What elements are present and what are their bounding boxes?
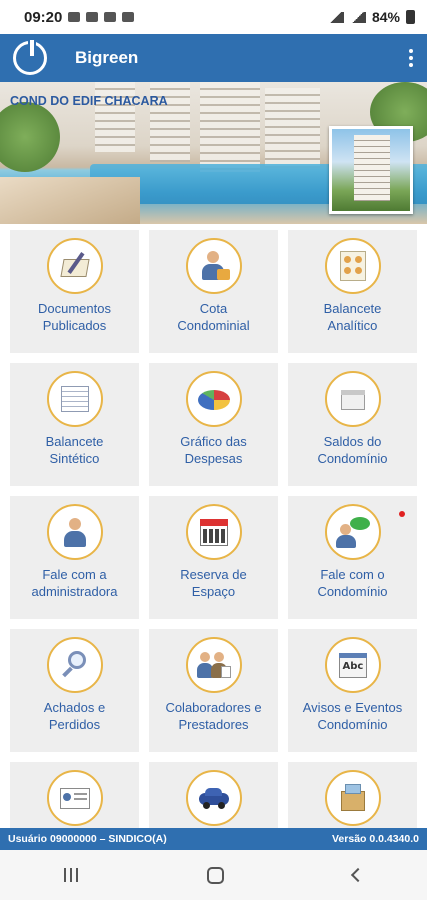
status-time: 09:20 <box>24 8 63 26</box>
tile-balancete-analitico[interactable]: Balancete Analítico <box>288 230 417 353</box>
tile-grafico-despesas[interactable]: Gráfico das Despesas <box>149 363 278 486</box>
power-icon[interactable] <box>13 38 47 75</box>
tile-label: Colaboradores e Prestadores <box>165 700 262 732</box>
tile-label: Balancete Analítico <box>323 301 382 333</box>
battery-icon <box>406 10 415 24</box>
laptop-icon <box>104 12 117 22</box>
building-thumbnail[interactable] <box>329 126 413 214</box>
id-card-icon <box>58 781 92 815</box>
condo-name: COND DO EDIF CHACARA <box>10 94 168 108</box>
app-title: Bigreen <box>75 48 139 67</box>
chat-person-icon <box>335 515 370 549</box>
calendar-icon <box>197 515 231 549</box>
menu-grid: Documentos Publicados Cota Condominial B… <box>10 230 417 885</box>
recent-apps-icon[interactable] <box>64 868 79 882</box>
tile-label: Cota Condominial <box>177 301 250 333</box>
box-icon <box>336 781 370 815</box>
tile-avisos-eventos[interactable]: Abc Avisos e Eventos Condomínio <box>288 629 417 752</box>
tile-cota-condominial[interactable]: Cota Condominial <box>149 230 278 353</box>
app-version: Versão 0.0.4340.0 <box>332 833 419 845</box>
tile-label: Fale com o Condomínio <box>317 567 388 599</box>
condo-banner: COND DO EDIF CHACARA <box>0 82 427 224</box>
session-footer: Usuário 09000000 – SINDICO(A) Versão 0.0… <box>0 828 427 850</box>
magnifier-icon <box>58 648 92 682</box>
tile-reserva-espaco[interactable]: Reserva de Espaço <box>149 496 278 619</box>
tile-saldos-condominio[interactable]: Saldos do Condomínio <box>288 363 417 486</box>
tile-documentos-publicados[interactable]: Documentos Publicados <box>10 230 139 353</box>
documents-icon <box>58 249 92 283</box>
car-icon <box>197 781 231 815</box>
person-icon <box>58 515 92 549</box>
tile-label: Saldos do Condomínio <box>317 434 388 466</box>
notice-icon: Abc <box>336 648 370 682</box>
back-icon[interactable] <box>350 867 365 883</box>
app-bar: Bigreen <box>0 34 427 82</box>
tile-label: Avisos e Eventos Condomínio <box>302 700 403 732</box>
mail-icon <box>86 12 99 22</box>
status-right: 84% <box>327 9 415 25</box>
home-icon[interactable] <box>206 866 224 884</box>
analytic-sheet-icon <box>336 249 370 283</box>
tile-label: Reserva de Espaço <box>180 567 247 599</box>
tile-balancete-sintetico[interactable]: Balancete Sintético <box>10 363 139 486</box>
people-icon <box>196 648 231 682</box>
tile-label: Fale com a administradora <box>31 567 118 599</box>
notification-icons <box>68 12 135 22</box>
balance-icon <box>336 382 370 416</box>
system-nav-bar <box>0 850 427 900</box>
signal-icon <box>327 11 344 23</box>
synthetic-sheet-icon <box>58 382 92 416</box>
pie-chart-icon <box>197 382 231 416</box>
status-bar: 09:20 84% <box>0 0 427 34</box>
message-icon <box>68 12 81 22</box>
wifi-icon <box>349 11 366 23</box>
tile-label: Achados e Perdidos <box>43 700 106 732</box>
battery-percent: 84% <box>371 9 400 25</box>
person-coins-icon <box>197 249 231 283</box>
notification-badge <box>399 511 405 517</box>
overflow-menu-icon[interactable] <box>409 49 413 67</box>
alert-icon <box>122 12 135 22</box>
tile-fale-condominio[interactable]: Fale com o Condomínio <box>288 496 417 619</box>
tile-colaboradores-prestadores[interactable]: Colaboradores e Prestadores <box>149 629 278 752</box>
tile-label: Documentos Publicados <box>38 301 111 333</box>
user-info: Usuário 09000000 – SINDICO(A) <box>8 833 167 845</box>
tile-fale-administradora[interactable]: Fale com a administradora <box>10 496 139 619</box>
tile-label: Gráfico das Despesas <box>180 434 247 466</box>
tile-label: Balancete Sintético <box>45 434 104 466</box>
tile-achados-perdidos[interactable]: Achados e Perdidos <box>10 629 139 752</box>
